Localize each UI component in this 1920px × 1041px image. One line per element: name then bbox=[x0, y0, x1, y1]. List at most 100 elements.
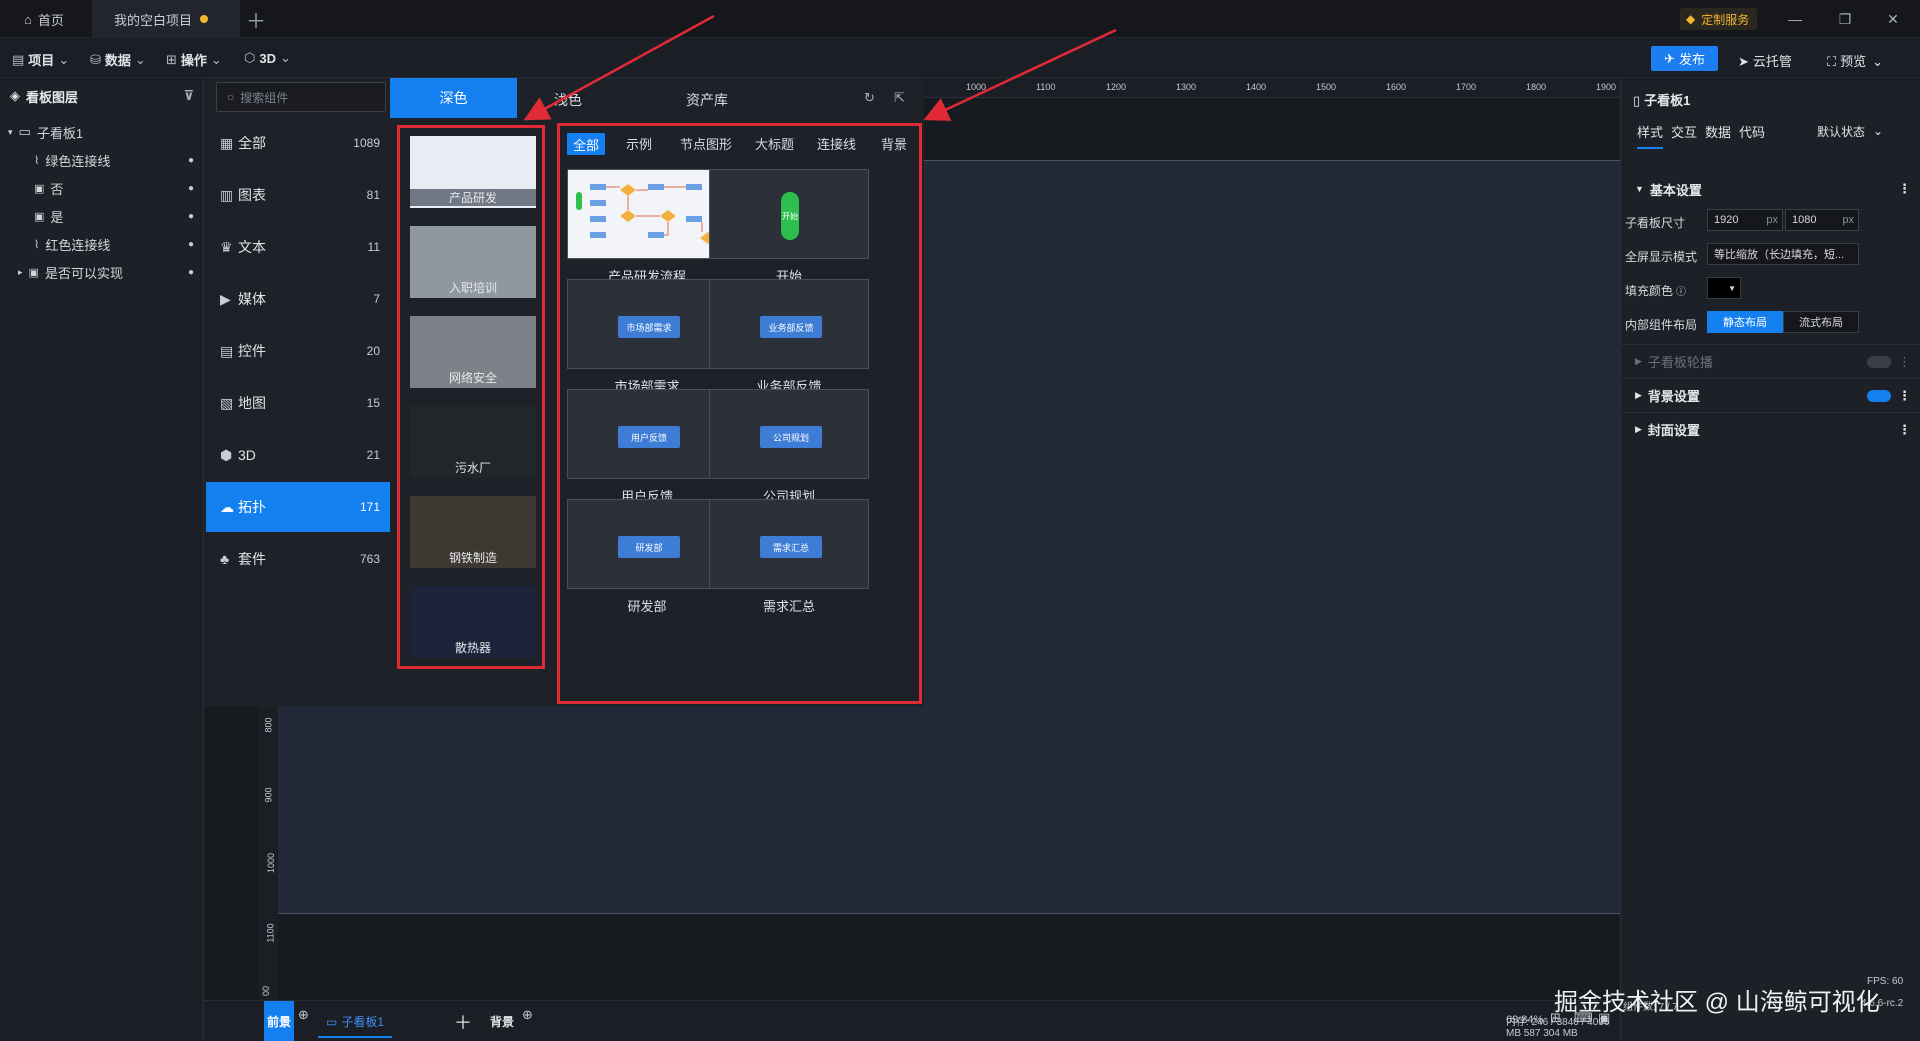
close-button[interactable]: ✕ bbox=[1878, 8, 1908, 30]
fullscreen-icon: ⛶ bbox=[1827, 54, 1837, 69]
height-input[interactable]: 1080 px bbox=[1785, 209, 1859, 231]
card-market-demand[interactable]: 市场部需求 bbox=[567, 279, 727, 369]
filter-icon[interactable]: ⊽ bbox=[183, 88, 194, 104]
text-icon: ♛ bbox=[220, 238, 233, 255]
category-map[interactable]: ▧ 地图 15 bbox=[206, 378, 390, 428]
eye-icon[interactable]: ● bbox=[188, 211, 194, 222]
layer-group[interactable]: ▸ ▣ 是否可以实现 ● bbox=[0, 260, 204, 284]
eye-icon[interactable]: ● bbox=[188, 239, 194, 250]
category-3d[interactable]: ⬢ 3D 21 bbox=[206, 430, 390, 480]
category-control[interactable]: ▤ 控件 20 bbox=[206, 326, 390, 376]
add-board-button[interactable]: ＋ bbox=[454, 1009, 472, 1035]
eye-icon[interactable]: ● bbox=[188, 155, 194, 166]
state-select[interactable]: 默认状态 ⌄ bbox=[1817, 120, 1897, 142]
subtab-example[interactable]: 示例 bbox=[626, 134, 652, 153]
props-tab-data[interactable]: 数据 bbox=[1705, 122, 1731, 141]
props-tab-interaction[interactable]: 交互 bbox=[1671, 122, 1697, 141]
line-icon: ⌇ bbox=[34, 238, 40, 251]
more-icon[interactable]: ⋮ bbox=[1898, 181, 1911, 197]
node-preview: 业务部反馈 bbox=[760, 316, 822, 338]
menu-3d[interactable]: ⬡ 3D ⌄ bbox=[244, 50, 291, 66]
section-carousel[interactable]: ▶ 子看板轮播 ⋮ bbox=[1621, 344, 1920, 378]
add-tab-button[interactable]: ＋ bbox=[246, 0, 266, 38]
flow-layout-button[interactable]: 流式布局 bbox=[1783, 311, 1859, 333]
card-demand-summary[interactable]: 需求汇总 bbox=[709, 499, 869, 589]
eye-icon[interactable]: ● bbox=[188, 267, 194, 278]
ruler-tick: 1900 bbox=[1596, 82, 1617, 92]
carousel-toggle[interactable] bbox=[1867, 355, 1891, 368]
cloud-hosting-button[interactable]: ➤ 云托管 bbox=[1738, 51, 1792, 70]
card-company-plan[interactable]: 公司规划 bbox=[709, 389, 869, 479]
subtab-big-title[interactable]: 大标题 bbox=[755, 134, 794, 153]
category-topology[interactable]: ☁ 拓扑 171 bbox=[206, 482, 390, 532]
chevron-right-icon: ▸ bbox=[18, 266, 23, 277]
preview-button[interactable]: ⛶ 预览 ⌄ bbox=[1827, 51, 1883, 70]
tab-dark-theme[interactable]: 深色 bbox=[390, 78, 517, 118]
theme-product-rd[interactable]: 产品研发 bbox=[410, 136, 536, 208]
node-preview: 需求汇总 bbox=[760, 536, 822, 558]
menu-operate[interactable]: ⊞ 操作 ⌄ bbox=[166, 50, 222, 69]
layer-yes[interactable]: ▣ 是 ● bbox=[0, 204, 204, 228]
menu-data[interactable]: ⛁ 数据 ⌄ bbox=[90, 50, 146, 69]
menu-project[interactable]: ▤ 项目 ⌄ bbox=[12, 50, 69, 69]
more-icon[interactable]: ⋮ bbox=[1898, 354, 1911, 370]
external-link-icon[interactable]: ⇱ bbox=[894, 90, 905, 106]
theme-radiator[interactable]: 散热器 bbox=[410, 586, 536, 658]
section-cover[interactable]: ▶ 封面设置 ⋮ bbox=[1621, 412, 1920, 446]
props-tab-code[interactable]: 代码 bbox=[1739, 122, 1765, 141]
category-kit[interactable]: ♣ 套件 763 bbox=[206, 534, 390, 584]
card-rd-dept[interactable]: 研发部 bbox=[567, 499, 727, 589]
width-input[interactable]: 1920 px bbox=[1707, 209, 1783, 231]
tab-home[interactable]: ⌂ 首页 bbox=[14, 0, 88, 38]
more-icon[interactable]: ⋮ bbox=[1898, 388, 1911, 404]
layer-board[interactable]: ▾ ▭ 子看板1 bbox=[0, 120, 204, 144]
minimize-button[interactable]: — bbox=[1780, 8, 1810, 30]
subtab-all[interactable]: 全部 bbox=[567, 133, 605, 155]
ruler-tick: 1100 bbox=[265, 923, 276, 943]
add-icon[interactable]: ⊕ bbox=[298, 1007, 309, 1023]
line-icon: ⌇ bbox=[34, 154, 40, 167]
layer-green-line[interactable]: ⌇ 绿色连接线 ● bbox=[0, 148, 204, 172]
category-media[interactable]: ▶ 媒体 7 bbox=[206, 274, 390, 324]
section-background[interactable]: ▶ 背景设置 ⋮ bbox=[1621, 378, 1920, 412]
image-icon: ▣ bbox=[34, 182, 45, 195]
fill-color-picker[interactable]: ▼ bbox=[1707, 277, 1741, 299]
foreground-tab[interactable]: 前景 bbox=[264, 1001, 294, 1041]
board-tab[interactable]: ▭ 子看板1 bbox=[318, 1013, 393, 1038]
theme-sewage-plant[interactable]: 污水厂 bbox=[410, 406, 536, 478]
search-input[interactable]: ○ 搜索组件 bbox=[216, 82, 386, 112]
background-tab[interactable]: 背景 bbox=[490, 1013, 514, 1030]
subtab-background[interactable]: 背景 bbox=[881, 134, 907, 153]
layer-no[interactable]: ▣ 否 ● bbox=[0, 176, 204, 200]
more-icon[interactable]: ⋮ bbox=[1898, 422, 1911, 438]
layer-red-line[interactable]: ⌇ 红色连接线 ● bbox=[0, 232, 204, 256]
background-toggle[interactable] bbox=[1867, 389, 1891, 402]
category-all[interactable]: ▦ 全部 1089 bbox=[206, 118, 390, 168]
card-user-feedback[interactable]: 用户反馈 bbox=[567, 389, 727, 479]
theme-steel[interactable]: 钢铁制造 bbox=[410, 496, 536, 568]
layout-label: 内部组件布局 bbox=[1625, 318, 1698, 332]
card-business-feedback[interactable]: 业务部反馈 bbox=[709, 279, 869, 369]
theme-network-security[interactable]: 网络安全 bbox=[410, 316, 536, 388]
subtab-node-shape[interactable]: 节点图形 bbox=[680, 134, 732, 153]
tab-project[interactable]: 我的空白项目 bbox=[92, 0, 240, 38]
tab-light-theme[interactable]: 浅色 bbox=[554, 90, 582, 110]
tab-asset-library[interactable]: 资产库 bbox=[686, 90, 728, 110]
maximize-button[interactable]: ❐ bbox=[1830, 8, 1860, 30]
custom-service-button[interactable]: ◆ 定制服务 bbox=[1680, 8, 1758, 30]
fullscreen-select[interactable]: 等比缩放（长边填充，短... bbox=[1707, 243, 1859, 265]
section-basic[interactable]: ▼ 基本设置 ⋮ bbox=[1621, 172, 1920, 206]
static-layout-button[interactable]: 静态布局 bbox=[1707, 311, 1783, 333]
publish-button[interactable]: ✈ 发布 bbox=[1651, 46, 1718, 71]
props-tab-style[interactable]: 样式 bbox=[1637, 122, 1664, 149]
subtab-connector[interactable]: 连接线 bbox=[817, 134, 856, 153]
card-product-flow[interactable] bbox=[567, 169, 727, 259]
refresh-icon[interactable]: ↻ bbox=[864, 90, 875, 106]
theme-onboarding[interactable]: 入职培训 bbox=[410, 226, 536, 298]
board-icon: ▯ bbox=[1633, 93, 1641, 108]
card-start[interactable]: 开始 bbox=[709, 169, 869, 259]
add-icon[interactable]: ⊕ bbox=[522, 1007, 533, 1023]
eye-icon[interactable]: ● bbox=[188, 183, 194, 194]
category-text[interactable]: ♛ 文本 11 bbox=[206, 222, 390, 272]
category-chart[interactable]: ▥ 图表 81 bbox=[206, 170, 390, 220]
